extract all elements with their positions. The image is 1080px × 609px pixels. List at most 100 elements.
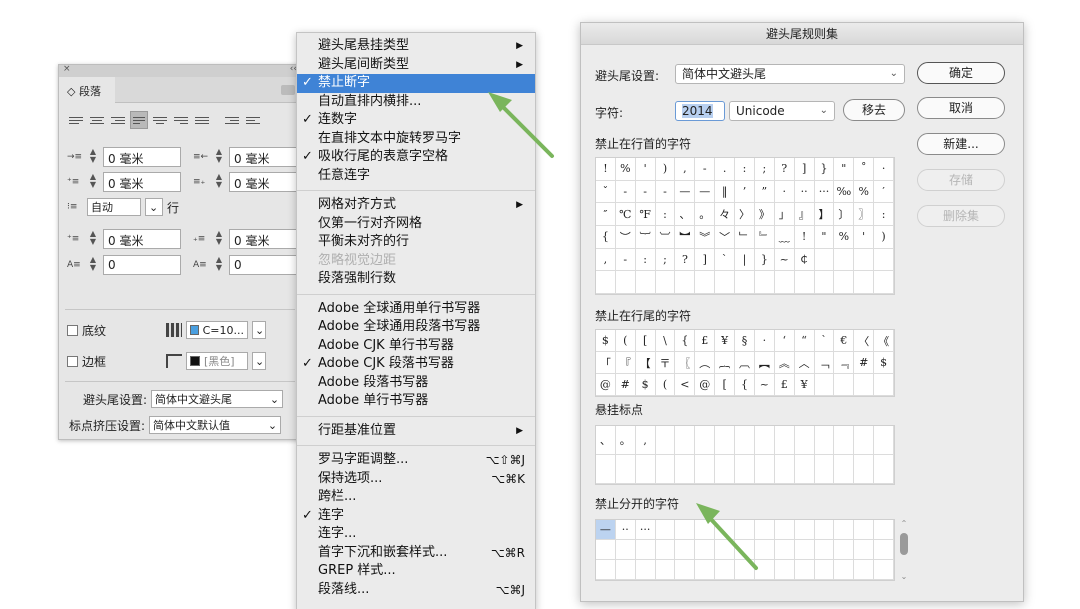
char-cell[interactable]: { [596, 225, 616, 249]
scroll-up-icon[interactable]: ⌃ [899, 519, 909, 528]
char-cell[interactable]: : [635, 248, 656, 272]
char-cell[interactable]: $ [596, 330, 616, 352]
char-cell[interactable]: ·· [615, 520, 636, 540]
char-cell[interactable]: 《 [874, 330, 894, 352]
char-cell[interactable]: 々 [715, 203, 736, 226]
char-cell[interactable]: % [615, 158, 636, 181]
menu-item[interactable]: Adobe 全球通用单行书写器 [297, 300, 535, 319]
menu-item[interactable]: Adobe 全球通用段落书写器 [297, 318, 535, 337]
char-cell[interactable] [635, 271, 656, 294]
char-cell[interactable]: % [834, 225, 855, 249]
char-cell[interactable] [695, 520, 716, 540]
chevron-down-icon[interactable]: ⌄ [252, 352, 266, 370]
char-cell[interactable]: ℉ [635, 203, 656, 226]
char-cell[interactable] [774, 540, 795, 560]
delete-set-button[interactable]: 删除集 [917, 205, 1005, 227]
menu-item[interactable]: ✓ Adobe CJK 段落书写器 [297, 355, 535, 374]
char-cell[interactable] [854, 540, 875, 560]
char-cell[interactable]: ￠ [794, 248, 815, 272]
menu-item[interactable]: 段落强制行数 [297, 270, 535, 289]
char-cell[interactable]: — [695, 180, 716, 204]
char-cell[interactable] [794, 560, 815, 580]
char-cell[interactable] [874, 248, 894, 272]
shading-checkbox[interactable] [67, 324, 78, 336]
char-cell[interactable]: { [735, 374, 755, 396]
char-cell[interactable]: 「 [596, 352, 616, 374]
char-cell[interactable] [854, 374, 875, 396]
char-cell[interactable]: 〒 [655, 352, 676, 374]
char-cell[interactable] [814, 455, 835, 484]
char-cell[interactable] [715, 540, 736, 560]
char-cell[interactable]: : [735, 158, 755, 181]
char-cell[interactable]: - [615, 248, 636, 272]
char-cell[interactable] [695, 455, 716, 484]
menu-item[interactable]: Adobe CJK 单行书写器 [297, 337, 535, 356]
char-cell[interactable]: ︶ [615, 225, 636, 249]
char-cell[interactable] [814, 426, 835, 455]
char-cell[interactable] [874, 520, 894, 540]
char-cell[interactable] [814, 560, 835, 580]
char-cell[interactable]: 』 [794, 203, 815, 226]
char-cell[interactable]: ﹄ [754, 225, 775, 249]
left-indent-field[interactable]: 0 毫米 [103, 147, 181, 167]
char-cell[interactable] [834, 271, 855, 294]
char-cell[interactable] [854, 271, 875, 294]
spinner-icon[interactable]: ▲ ▼ [87, 148, 99, 166]
char-cell[interactable]: ` [715, 248, 736, 272]
char-cell[interactable]: - [655, 180, 676, 204]
char-cell[interactable] [655, 560, 676, 580]
leading-select[interactable]: 自动 [87, 198, 141, 216]
char-cell[interactable] [794, 455, 815, 484]
spinner-icon[interactable]: ▲ ▼ [87, 173, 99, 191]
spinner-icon[interactable]: ▲ ▼ [87, 230, 99, 248]
char-cell[interactable] [774, 560, 795, 580]
menu-item[interactable]: 网格对齐方式 ▶ [297, 196, 535, 215]
menu-item[interactable]: 避头尾间断类型 ▶ [297, 56, 535, 75]
cancel-button[interactable]: 取消 [917, 97, 1005, 119]
char-cell[interactable]: ′ [874, 180, 894, 204]
char-cell[interactable] [814, 271, 835, 294]
char-cell[interactable]: ! [794, 225, 815, 249]
scrollbar[interactable]: ⌃ ⌄ [899, 519, 909, 581]
char-cell[interactable] [774, 520, 795, 540]
menu-item[interactable]: ✓ 连数字 [297, 111, 535, 130]
char-cell[interactable]: ] [695, 248, 716, 272]
char-cell[interactable] [715, 520, 736, 540]
char-cell[interactable] [615, 271, 636, 294]
char-cell[interactable]: ] [794, 158, 815, 181]
char-cell[interactable]: 〗 [854, 203, 875, 226]
char-cell[interactable] [834, 455, 855, 484]
align-right-icon[interactable] [109, 111, 127, 129]
char-cell[interactable] [675, 520, 696, 540]
char-cell[interactable]: , [675, 158, 696, 181]
char-cell[interactable]: ( [615, 330, 636, 352]
char-cell[interactable] [655, 540, 676, 560]
char-cell[interactable]: 、 [596, 426, 616, 455]
char-cell[interactable]: } [814, 158, 835, 181]
dropcap-lines-field[interactable]: 0 [103, 255, 181, 275]
char-cell[interactable]: ) [874, 225, 894, 249]
scroll-down-icon[interactable]: ⌄ [899, 572, 909, 581]
char-cell[interactable]: ︺ [655, 225, 676, 249]
char-cell[interactable]: ﹏ [774, 225, 795, 249]
char-cell[interactable]: # [854, 352, 875, 374]
char-cell[interactable]: " [814, 225, 835, 249]
first-line-indent-field[interactable]: 0 毫米 [103, 172, 181, 192]
hanging-punct-grid[interactable]: 、。, [595, 425, 895, 485]
char-cell[interactable]: ~ [754, 374, 775, 396]
char-cell[interactable] [854, 426, 875, 455]
char-cell[interactable] [695, 540, 716, 560]
char-cell[interactable]: $ [635, 374, 656, 396]
char-cell[interactable]: { [675, 330, 696, 352]
char-cell[interactable] [635, 455, 656, 484]
char-cell[interactable] [655, 520, 676, 540]
char-cell[interactable]: \ [655, 330, 676, 352]
char-cell[interactable] [814, 374, 835, 396]
char-cell[interactable]: ﹁ [814, 352, 835, 374]
char-cell[interactable] [834, 248, 855, 272]
char-cell[interactable] [774, 455, 795, 484]
char-cell[interactable]: “ [794, 330, 815, 352]
char-cell[interactable]: ‘ [774, 330, 795, 352]
chevron-down-icon[interactable]: ⌄ [145, 198, 163, 216]
menu-item[interactable]: Adobe 单行书写器 [297, 392, 535, 411]
